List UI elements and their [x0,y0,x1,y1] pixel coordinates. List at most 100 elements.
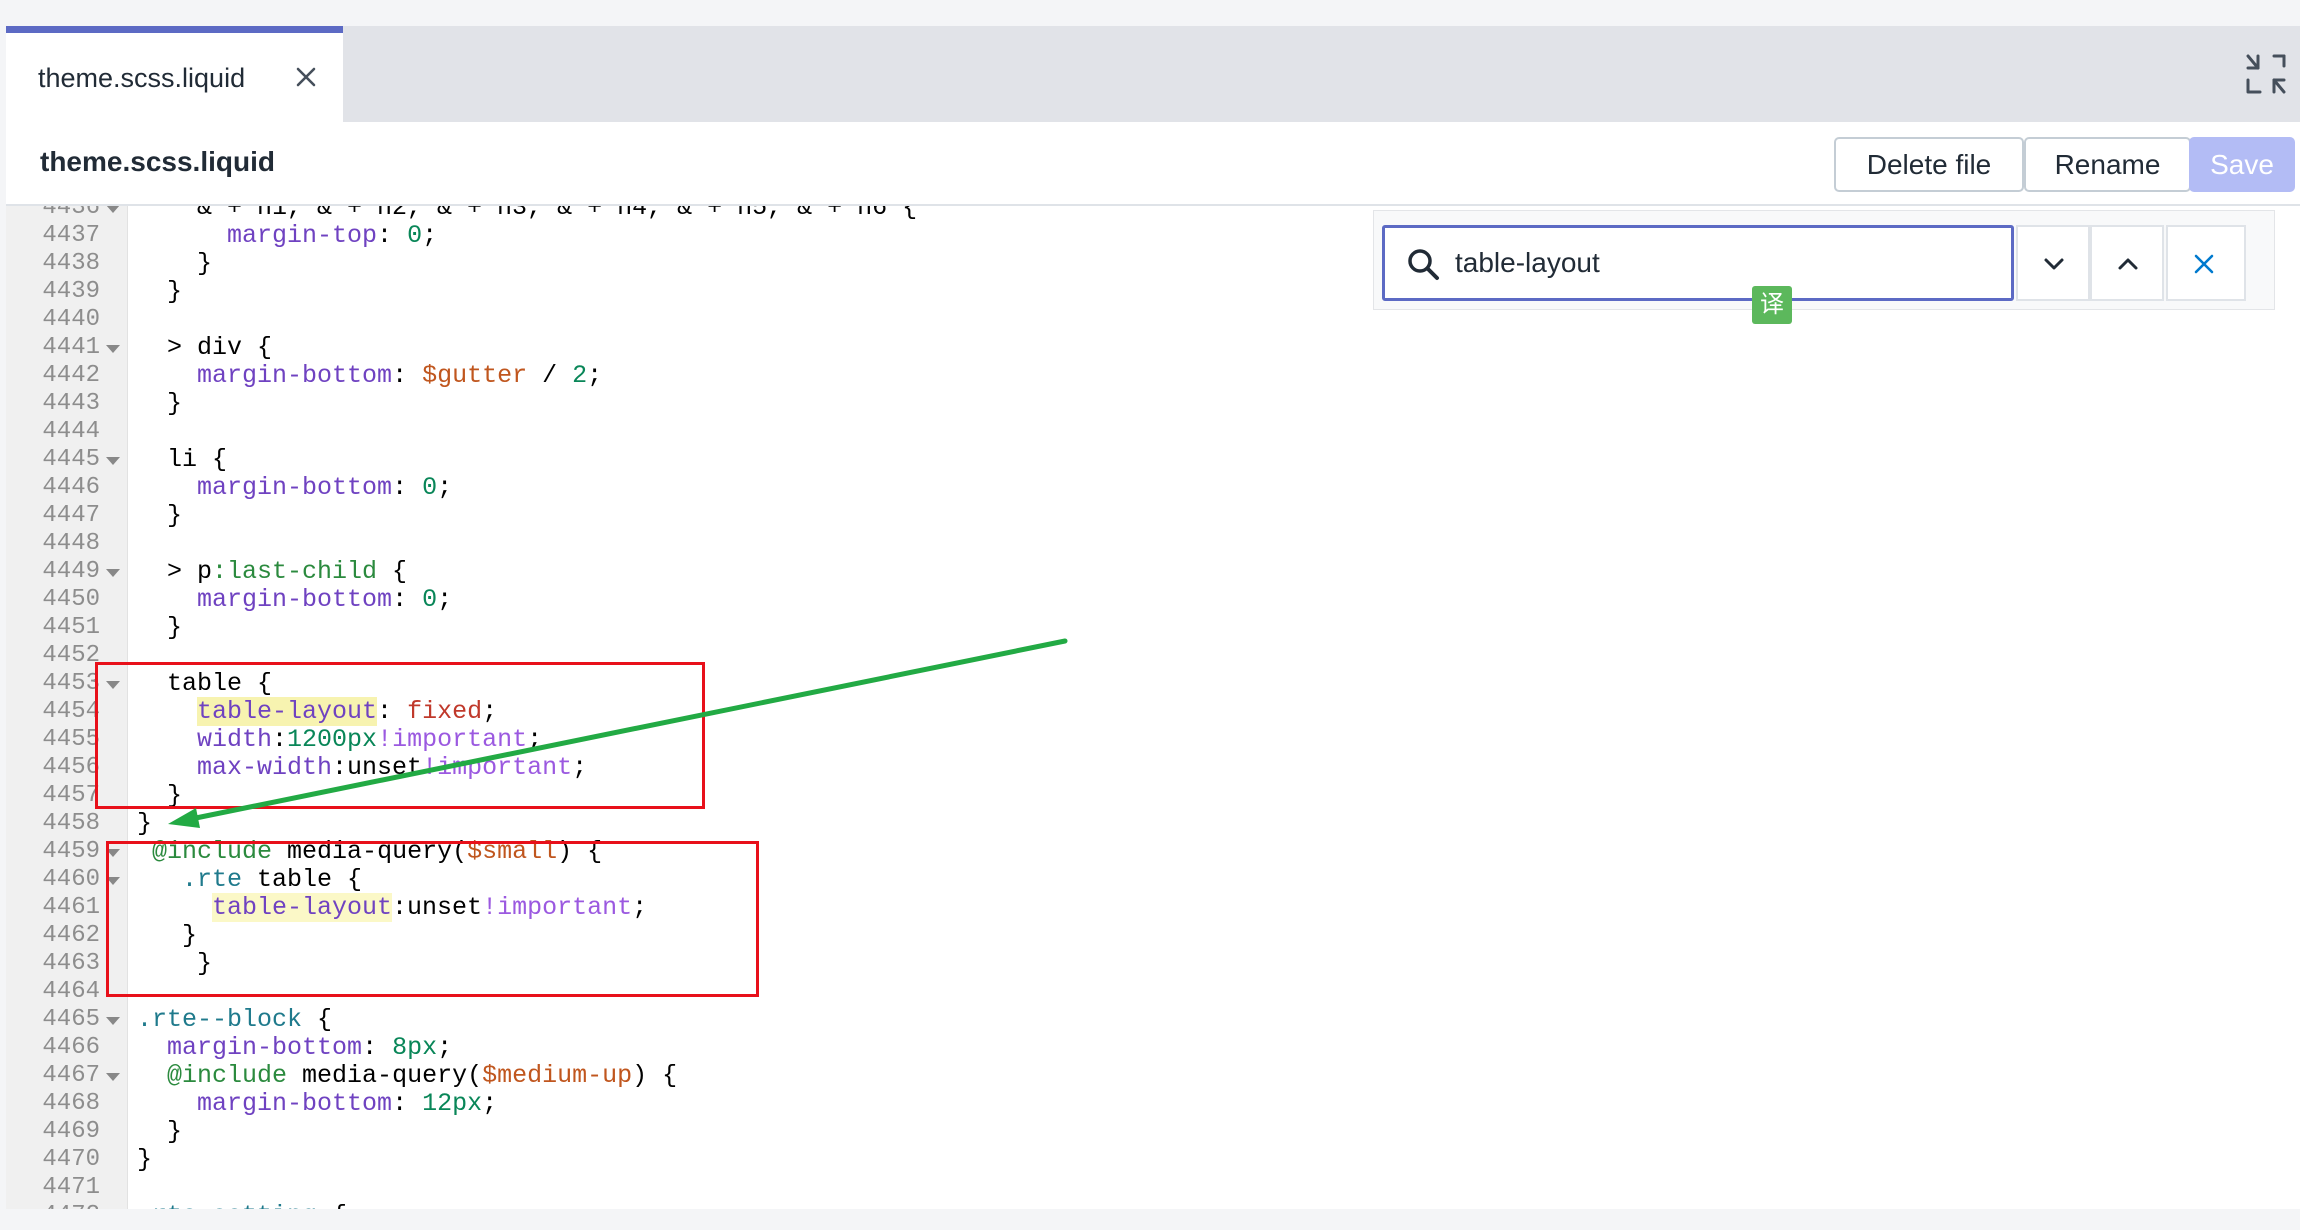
line-number: 4456 [42,754,100,781]
line-number: 4452 [42,642,100,669]
line-number: 4439 [42,278,100,305]
line-number: 4457 [42,782,100,809]
line-number: 4463 [42,950,100,977]
line-number: 4436 [6,206,120,222]
fold-arrow-icon[interactable] [106,569,120,577]
fold-arrow-icon[interactable] [106,345,120,353]
line-number: 4446 [42,474,100,501]
tab-bar: theme.scss.liquid [6,26,2300,122]
code-line: } [137,781,183,810]
fold-arrow-icon[interactable] [106,681,120,689]
line-number: 4471 [42,1174,100,1201]
line-number: 4448 [42,530,100,557]
code-line: margin-bottom: 0; [197,473,453,502]
line-number: 4467 [6,1062,120,1090]
line-number: 4442 [42,362,100,389]
save-button[interactable]: Save [2189,137,2295,192]
fold-arrow-icon[interactable] [106,1073,120,1081]
code-area[interactable]: & + h1, & + h2, & + h3, & + h4, & + h5, … [137,206,2297,1209]
minimize-icon[interactable] [2244,52,2288,96]
code-line: } [137,249,213,278]
line-number: 4460 [6,866,120,894]
code-line: } [137,501,183,530]
line-number: 4449 [6,558,120,586]
code-line: } [137,389,183,418]
line-number: 4468 [42,1090,100,1117]
chevron-down-icon [2044,258,2064,270]
rename-button[interactable]: Rename [2024,137,2191,192]
line-number: 4441 [6,334,120,362]
fold-arrow-icon[interactable] [106,457,120,465]
next-match-button[interactable] [2016,225,2090,301]
code-line: .rte--block { [137,1005,333,1034]
fold-arrow-icon[interactable] [106,877,120,885]
line-number: 4459 [6,838,120,866]
editor-header: theme.scss.liquid Delete file Rename Sav… [6,122,2300,206]
line-number: 4443 [42,390,100,417]
code-line: margin-top: 0; [227,221,438,250]
line-number: 4437 [42,222,100,249]
code-editor[interactable]: 4436 4437 4438 4439 4440 4441 4442 4443 4444 4445… [6,206,2300,1209]
line-number: 4445 [6,446,120,474]
code-line: margin-bottom: 12px; [197,1089,498,1118]
search-panel [1373,210,2275,310]
code-line: > div { [137,333,273,362]
line-number: 4461 [42,894,100,921]
line-number: 4462 [42,922,100,949]
code-line: } [137,809,153,838]
code-line: } [137,1117,183,1146]
line-number: 4465 [6,1006,120,1034]
close-icon [2194,254,2214,274]
line-number: 4455 [42,726,100,753]
line-number: 4440 [42,306,100,333]
code-line: .rte table { [182,865,363,894]
chevron-up-icon [2118,258,2138,270]
code-line: } [137,1145,153,1174]
code-line: } [137,613,183,642]
search-field[interactable] [1382,225,2014,301]
tab-theme-scss[interactable]: theme.scss.liquid [6,26,343,122]
line-number: 4450 [42,586,100,613]
line-number: 4438 [42,250,100,277]
fold-arrow-icon[interactable] [106,1017,120,1025]
file-title: theme.scss.liquid [40,146,275,177]
tab-label: theme.scss.liquid [38,63,246,93]
code-line: > p:last-child { [137,557,408,586]
code-line: } [137,277,183,306]
translate-badge[interactable]: 译 [1752,286,1792,324]
delete-file-button[interactable]: Delete file [1834,137,2024,192]
code-line: .rte-setting { [137,1202,917,1210]
line-number: 4447 [42,502,100,529]
bottom-strip [0,1209,2300,1230]
code-line: margin-bottom: 0; [197,585,453,614]
search-icon [1405,246,1441,282]
line-number: 4458 [42,810,100,837]
code-line: margin-bottom: $gutter / 2; [197,361,603,390]
previous-match-button[interactable] [2090,225,2164,301]
line-number: 4472 [6,1202,100,1209]
line-number: 4464 [42,978,100,1005]
line-number: 4454 [42,698,100,725]
line-number: 4453 [6,670,120,698]
close-search-button[interactable] [2166,225,2246,301]
close-icon[interactable] [288,59,324,95]
fold-arrow-icon[interactable] [106,206,120,213]
code-line: table-layout:unset!important; [212,893,648,922]
code-line: table { [137,669,273,698]
line-number-gutter: 4436 4437 4438 4439 4440 4441 4442 4443 4444 4445… [6,206,128,1209]
code-line: } [137,949,213,978]
code-line: width:1200px!important; [197,725,543,754]
code-line: & + h1, & + h2, & + h3, & + h4, & + h5, … [137,206,918,222]
code-line: li { [137,445,228,474]
search-input[interactable] [1455,240,1995,286]
line-number: 4466 [42,1034,100,1061]
window-top-strip [0,0,2300,26]
fold-arrow-icon[interactable] [106,849,120,857]
line-number: 4469 [42,1118,100,1145]
code-line: } [137,921,198,950]
line-number: 4444 [42,418,100,445]
